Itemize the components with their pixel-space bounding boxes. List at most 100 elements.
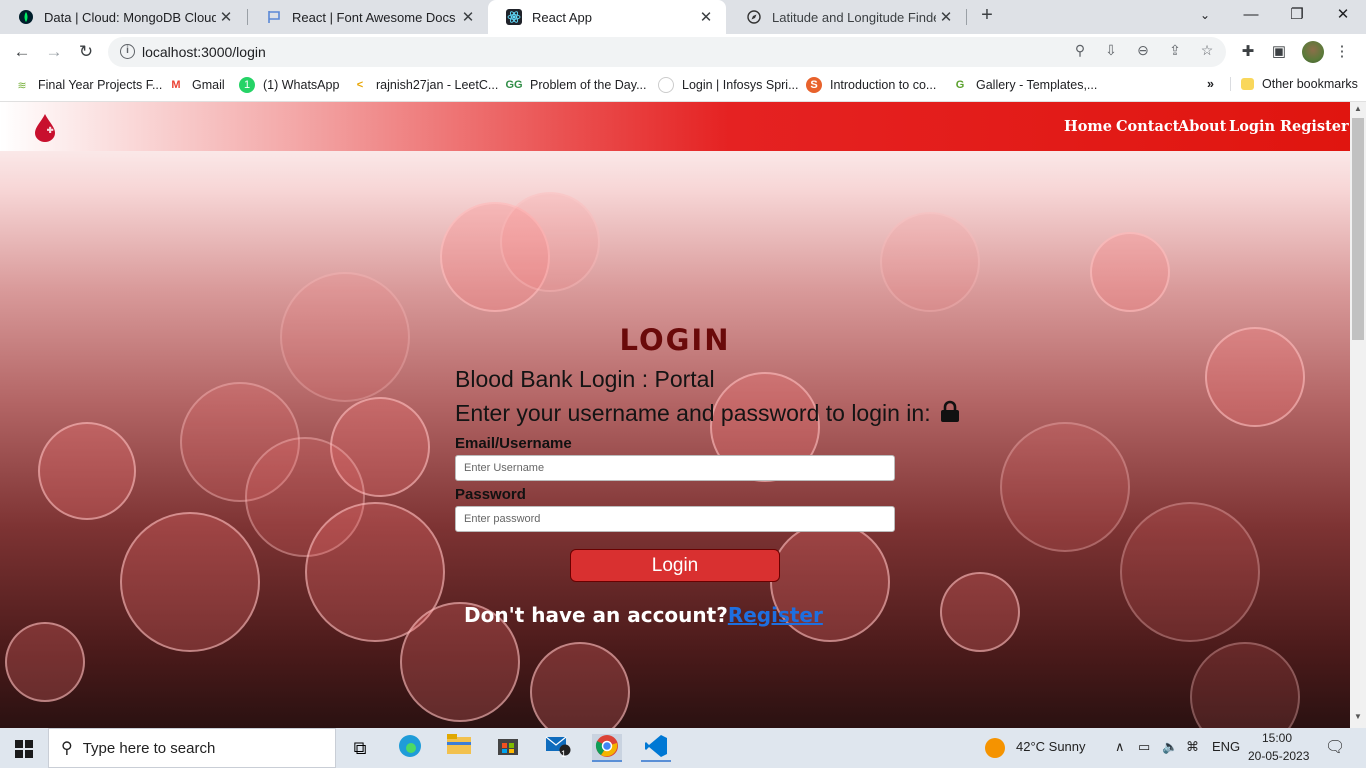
bokeh-decoration (5, 622, 85, 702)
lock-icon (941, 400, 959, 422)
store-icon[interactable] (493, 734, 523, 762)
username-label: Email/Username (455, 435, 572, 452)
new-tab-button[interactable]: + (976, 4, 998, 30)
tab-mongodb[interactable]: Data | Cloud: MongoDB Cloud ✕ (0, 0, 246, 34)
info-icon[interactable]: i (120, 44, 135, 59)
scroll-down-icon[interactable]: ▼ (1350, 712, 1366, 726)
taskbar-search[interactable]: ⚲ Type here to search (48, 728, 336, 768)
bookmark-item[interactable]: Login | Infosys Spri... (658, 77, 799, 93)
blood-drop-logo-icon[interactable] (33, 112, 57, 142)
edge-icon[interactable] (395, 734, 425, 762)
volume-icon[interactable]: 🔈 (1162, 739, 1178, 755)
bookmark-item[interactable]: S Introduction to co... (806, 77, 936, 93)
battery-icon[interactable]: ▭ (1138, 739, 1150, 755)
bokeh-decoration (38, 422, 136, 520)
windows-start-icon[interactable] (15, 740, 33, 758)
no-account-text: Don't have an account?Register (464, 603, 823, 627)
folder-icon (1241, 78, 1254, 90)
compass-icon (746, 9, 762, 25)
globe-icon (658, 77, 674, 93)
close-icon[interactable]: ✕ (936, 8, 956, 26)
nav-register-link[interactable]: Register (1280, 118, 1349, 135)
password-input[interactable] (455, 506, 895, 532)
bookmark-item[interactable]: ≋ Final Year Projects F... (14, 77, 162, 93)
browser-toolbar: ← → ↻ i localhost:3000/login ⚲ ⇩ ⊖ ⇪ ☆ ✚… (0, 34, 1366, 70)
tab-strip: Data | Cloud: MongoDB Cloud ✕ React | Fo… (0, 0, 1366, 34)
nav-about-link[interactable]: About (1178, 118, 1226, 135)
sun-weather-icon (985, 738, 1005, 758)
bookmark-item[interactable]: GG Problem of the Day... (505, 77, 646, 93)
bokeh-decoration (1120, 502, 1260, 642)
bokeh-decoration (880, 212, 980, 312)
minimize-button[interactable]: — (1228, 0, 1274, 34)
location-icon[interactable]: ⚲ (1070, 42, 1090, 59)
tab-search-icon[interactable]: ⌄ (1182, 0, 1228, 34)
network-icon[interactable]: ⌘ (1186, 739, 1199, 755)
taskbar: ⚲ Type here to search ⧉ 1 42°C Sunny ∧ ▭… (0, 728, 1366, 768)
reload-button[interactable]: ↻ (73, 40, 99, 64)
clock-date[interactable]: 20-05-2023 (1248, 749, 1309, 763)
close-window-button[interactable]: ✕ (1320, 0, 1366, 34)
tab-latlong[interactable]: Latitude and Longitude Finder on ✕ (728, 0, 966, 34)
address-bar[interactable]: i localhost:3000/login ⚲ ⇩ ⊖ ⇪ ☆ (108, 37, 1226, 67)
show-hidden-icons[interactable]: ∧ (1115, 739, 1125, 755)
back-button[interactable]: ← (9, 40, 35, 64)
username-input[interactable] (455, 455, 895, 481)
bokeh-decoration (1000, 422, 1130, 552)
bookmark-star-icon[interactable]: ☆ (1197, 42, 1217, 59)
scroll-thumb[interactable] (1352, 118, 1364, 340)
register-link[interactable]: Register (728, 603, 823, 627)
login-title: LOGIN (619, 323, 731, 357)
course-icon: S (806, 77, 822, 93)
whatsapp-icon: 1 (239, 77, 255, 93)
search-icon: ⚲ (61, 740, 73, 757)
login-button[interactable]: Login (570, 549, 780, 582)
tab-react-app[interactable]: React App ✕ (488, 0, 726, 34)
bookmark-item[interactable]: < rajnish27jan - LeetC... (352, 77, 499, 93)
tab-title: React | Font Awesome Docs (292, 9, 456, 25)
login-instruction: Enter your username and password to logi… (455, 400, 931, 426)
weather-text[interactable]: 42°C Sunny (1016, 739, 1086, 754)
nav-home-link[interactable]: Home (1064, 118, 1112, 135)
forward-button[interactable]: → (41, 40, 67, 64)
mail-icon[interactable]: 1 (543, 734, 573, 762)
close-icon[interactable]: ✕ (696, 8, 716, 26)
flag-icon (266, 9, 282, 25)
bokeh-decoration (500, 192, 600, 292)
share-icon[interactable]: ⇪ (1165, 42, 1185, 59)
bookmark-item[interactable]: G Gallery - Templates,... (952, 77, 1098, 93)
bookmark-item[interactable]: M Gmail (168, 77, 224, 93)
nav-contact-link[interactable]: Contact (1116, 118, 1179, 135)
language-indicator[interactable]: ENG (1212, 739, 1240, 754)
url-text[interactable]: localhost:3000/login (142, 44, 266, 60)
menu-icon[interactable]: ⋮ (1331, 42, 1353, 60)
tab-title: React App (532, 9, 592, 25)
mongodb-icon (18, 9, 34, 25)
vscode-icon[interactable] (641, 734, 671, 762)
task-view-icon[interactable]: ⧉ (345, 734, 375, 762)
file-explorer-icon[interactable] (444, 734, 474, 762)
bookmark-item[interactable]: 1 (1) WhatsApp (239, 77, 339, 93)
restore-button[interactable]: ❐ (1274, 0, 1320, 34)
sidepanel-icon[interactable]: ▣ (1268, 42, 1290, 60)
clock-time[interactable]: 15:00 (1262, 731, 1292, 745)
close-icon[interactable]: ✕ (216, 8, 236, 26)
gfg-icon: GG (505, 79, 523, 91)
bokeh-decoration (940, 572, 1020, 652)
leetcode-icon: < (356, 79, 364, 91)
tab-title: Latitude and Longitude Finder on (772, 9, 936, 25)
bokeh-decoration (1090, 232, 1170, 312)
other-bookmarks[interactable]: Other bookmarks (1230, 77, 1358, 91)
avatar[interactable] (1302, 41, 1324, 63)
bokeh-decoration (120, 512, 260, 652)
zoom-icon[interactable]: ⊖ (1133, 42, 1153, 59)
chrome-icon[interactable] (592, 734, 622, 762)
scroll-up-icon[interactable]: ▲ (1350, 104, 1366, 118)
install-icon[interactable]: ⇩ (1101, 42, 1121, 59)
nav-login-link[interactable]: Login (1229, 118, 1275, 135)
close-icon[interactable]: ✕ (458, 8, 478, 26)
tab-fontawesome[interactable]: React | Font Awesome Docs ✕ (248, 0, 488, 34)
more-bookmarks-icon[interactable]: » (1207, 77, 1214, 91)
notifications-icon[interactable]: 🗨 (1325, 737, 1345, 757)
extensions-icon[interactable]: ✚ (1237, 42, 1259, 60)
